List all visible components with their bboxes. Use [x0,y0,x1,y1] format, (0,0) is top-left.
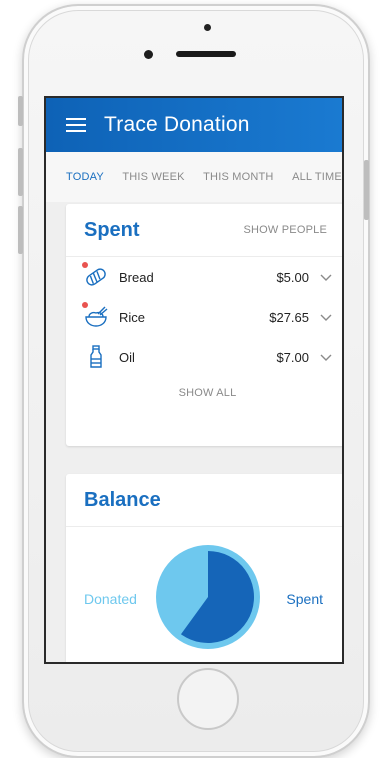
balance-chart: Donated Spent [66,527,342,662]
list-item[interactable]: Oil $7.00 [66,337,342,377]
app-screen: Trace Donation TODAY THIS WEEK THIS MONT… [44,96,344,664]
balance-pie-chart [156,545,260,649]
tab-today[interactable]: TODAY [66,171,104,183]
volume-down-button [18,206,23,254]
item-amount: $5.00 [276,269,309,285]
alert-dot [82,302,88,308]
show-people-button[interactable]: SHOW PEOPLE [244,224,328,236]
oil-bottle-icon [84,345,106,369]
balance-card: Balance Donated Spent [66,474,342,662]
power-button [364,160,369,220]
chevron-down-icon[interactable] [319,310,333,324]
bread-icon [82,262,106,289]
proximity-sensor [144,50,153,59]
tab-this-month[interactable]: THIS MONTH [203,171,273,183]
menu-icon[interactable] [66,118,86,132]
rice-bowl-icon [82,302,108,329]
balance-card-header: Balance [66,474,342,527]
spent-label: Spent [286,591,323,607]
alert-dot [82,262,88,268]
item-amount: $7.00 [276,349,309,365]
tab-all-time[interactable]: ALL TIME [292,171,342,183]
spent-title: Spent [84,218,140,241]
list-item[interactable]: Rice $27.65 [66,297,342,337]
tab-this-week[interactable]: THIS WEEK [122,171,184,183]
balance-title: Balance [84,488,161,511]
chevron-down-icon[interactable] [319,350,333,364]
volume-up-button [18,148,23,196]
home-button[interactable] [177,668,239,730]
item-name: Rice [119,309,146,325]
chevron-down-icon[interactable] [319,270,333,284]
list-item[interactable]: Bread $5.00 [66,257,342,297]
period-tabs: TODAY THIS WEEK THIS MONTH ALL TIME [46,152,342,202]
show-all-button[interactable]: SHOW ALL [66,387,342,399]
silent-switch [18,96,23,126]
spent-card-header: Spent SHOW PEOPLE [66,204,342,257]
app-bar: Trace Donation [46,98,342,152]
item-name: Bread [119,269,154,285]
spent-card: Spent SHOW PEOPLE Bread $5.00 Rice $27.6… [66,204,342,446]
item-amount: $27.65 [269,309,309,325]
app-title: Trace Donation [104,113,250,136]
item-name: Oil [119,349,135,365]
earpiece-speaker [176,51,236,57]
front-camera [204,24,211,31]
donated-label: Donated [84,591,137,607]
